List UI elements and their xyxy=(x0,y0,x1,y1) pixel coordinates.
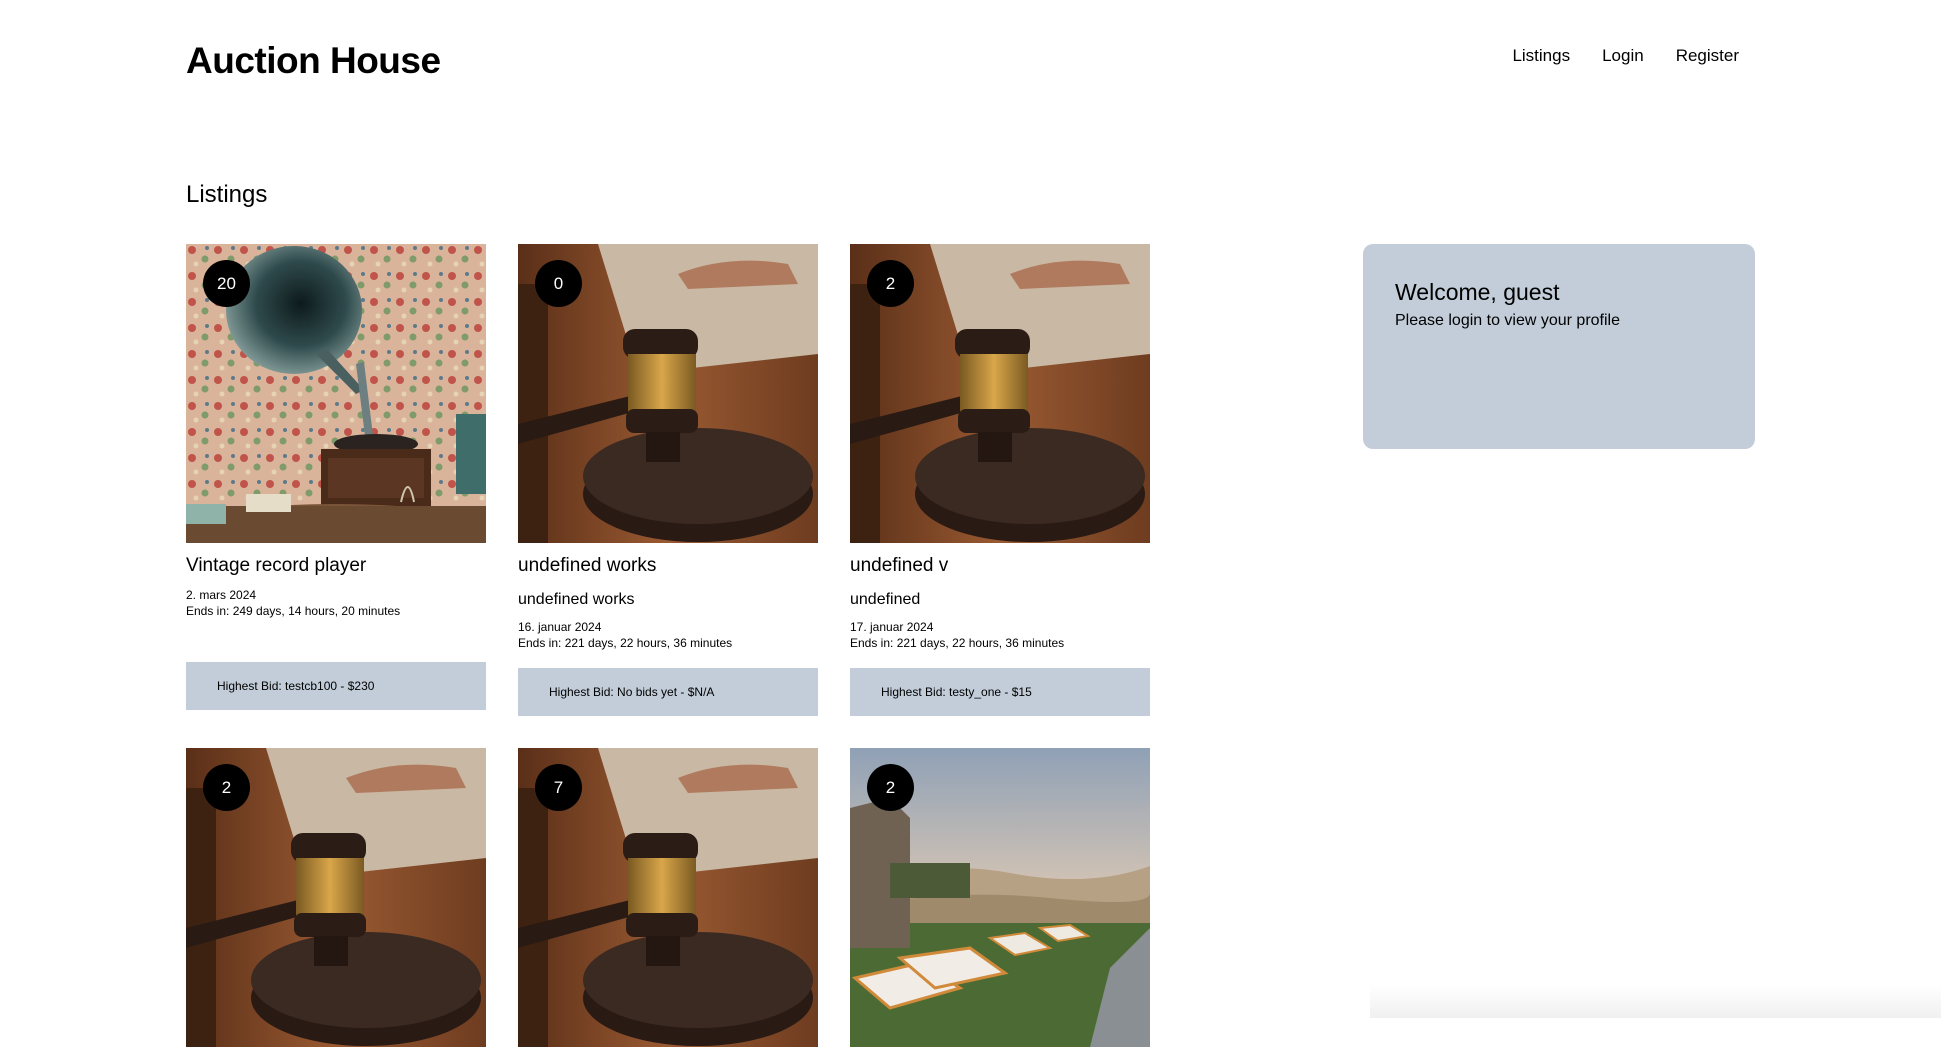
listing-date: 16. januar 2024 xyxy=(518,620,602,634)
highest-bid-bar: Highest Bid: testy_one - $15 xyxy=(850,668,1150,716)
listing-image[interactable]: 20 xyxy=(186,244,486,543)
site-title[interactable]: Auction House xyxy=(186,40,441,82)
listing-card[interactable]: 2 xyxy=(186,748,486,1047)
bid-count-badge: 2 xyxy=(867,764,914,811)
highest-bid-bar: Highest Bid: No bids yet - $N/A xyxy=(518,668,818,716)
listing-image[interactable]: 2 xyxy=(850,748,1150,1047)
listings-grid: 20 Vintage record player 2. mars 2024 En… xyxy=(186,244,1150,1047)
listing-image[interactable]: 2 xyxy=(186,748,486,1047)
listing-date: 2. mars 2024 xyxy=(186,588,257,602)
listing-description: undefined xyxy=(850,591,921,608)
welcome-message: Please login to view your profile xyxy=(1395,312,1621,329)
listing-ends-in: Ends in: 221 days, 22 hours, 36 minutes xyxy=(850,636,1065,650)
highest-bid-bar: Highest Bid: testcb100 - $230 xyxy=(186,662,486,710)
listing-ends-in: Ends in: 221 days, 22 hours, 36 minutes xyxy=(518,636,733,650)
listing-card[interactable]: 2 undefined v undefined 17. januar 2024 … xyxy=(850,244,1150,716)
bid-count-badge: 2 xyxy=(867,260,914,307)
bid-count-badge: 2 xyxy=(203,764,250,811)
listing-title[interactable]: Vintage record player xyxy=(186,555,486,577)
listing-date: 17. januar 2024 xyxy=(850,620,934,634)
listing-card[interactable]: 20 Vintage record player 2. mars 2024 En… xyxy=(186,244,486,716)
welcome-panel: Welcome, guest Please login to view your… xyxy=(1363,244,1755,449)
listing-description: undefined works xyxy=(518,591,635,608)
main-nav: Listings Login Register xyxy=(1512,46,1739,66)
welcome-title: Welcome, guest xyxy=(1395,279,1560,305)
nav-link-login[interactable]: Login xyxy=(1602,46,1644,66)
listing-image[interactable]: 2 xyxy=(850,244,1150,543)
listing-card[interactable]: 0 undefined works undefined works 16. ja… xyxy=(518,244,818,716)
listing-image[interactable]: 7 xyxy=(518,748,818,1047)
listing-title[interactable]: undefined v xyxy=(850,555,1150,577)
nav-link-register[interactable]: Register xyxy=(1676,46,1739,66)
listing-ends-in: Ends in: 249 days, 14 hours, 20 minutes xyxy=(186,604,401,618)
listing-card[interactable]: 2 xyxy=(850,748,1150,1047)
listing-card[interactable]: 7 xyxy=(518,748,818,1047)
bid-count-badge: 7 xyxy=(535,764,582,811)
bid-count-badge: 0 xyxy=(535,260,582,307)
bid-count-badge: 20 xyxy=(203,260,250,307)
listing-image[interactable]: 0 xyxy=(518,244,818,543)
listings-heading: Listings xyxy=(186,181,268,208)
listing-title[interactable]: undefined works xyxy=(518,555,818,577)
bottom-shadow xyxy=(1370,984,1941,1018)
nav-link-listings[interactable]: Listings xyxy=(1512,46,1570,66)
